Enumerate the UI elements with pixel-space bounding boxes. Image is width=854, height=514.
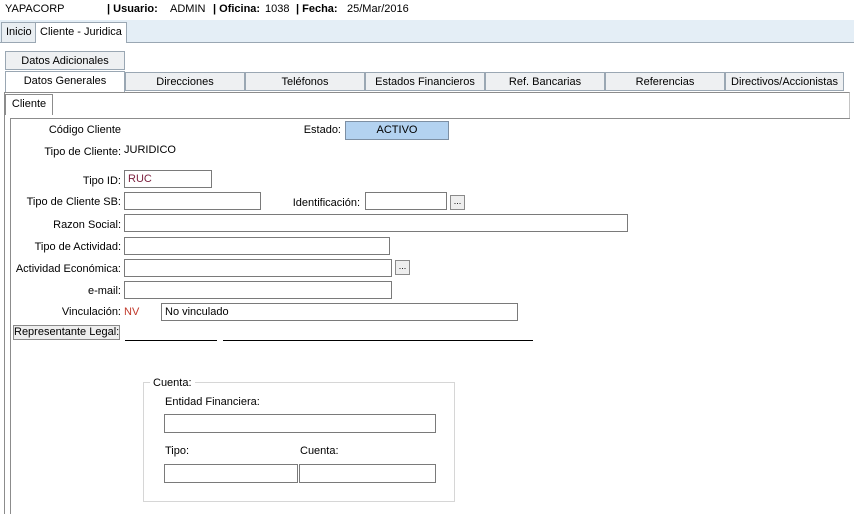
vinculacion-field[interactable]: No vinculado <box>161 303 518 321</box>
estado-label: Estado: <box>303 124 341 136</box>
tab-referencias[interactable]: Referencias <box>605 72 725 91</box>
tab-direcciones[interactable]: Direcciones <box>125 72 245 91</box>
actividad-economica-label: Actividad Económica: <box>15 263 121 275</box>
tab-datos-adicionales[interactable]: Datos Adicionales <box>5 51 125 70</box>
estado-value: ACTIVO <box>345 121 449 140</box>
tipo-actividad-field[interactable] <box>124 237 390 255</box>
office-label: | Oficina: <box>213 3 261 15</box>
user-label: | Usuario: <box>107 3 158 15</box>
tipo-cliente-sb-label: Tipo de Cliente SB: <box>26 196 121 208</box>
entidad-financiera-label: Entidad Financiera: <box>165 396 260 408</box>
tipo-cliente-sb-field[interactable] <box>124 192 261 210</box>
company-name: YAPACORP <box>5 3 65 15</box>
actividad-lookup-button[interactable]: ... <box>395 260 410 275</box>
tipo-cuenta-field[interactable] <box>164 464 298 483</box>
tipo-actividad-label: Tipo de Actividad: <box>34 241 121 253</box>
tipo-cliente-value: JURIDICO <box>124 144 176 156</box>
office-value: 1038 <box>265 3 290 15</box>
identificacion-field[interactable] <box>365 192 447 210</box>
numero-cuenta-field[interactable] <box>299 464 436 483</box>
identificacion-label: Identificación: <box>292 197 360 209</box>
representante-legal-button[interactable]: Representante Legal: <box>13 325 120 340</box>
representante-name-line <box>223 340 533 341</box>
date-value: 25/Mar/2016 <box>347 3 409 15</box>
tipo-cuenta-label: Tipo: <box>165 445 190 457</box>
date-label: | Fecha: <box>296 3 338 15</box>
tab-datos-generales[interactable]: Datos Generales <box>5 71 125 92</box>
tab-ref-bancarias[interactable]: Ref. Bancarias <box>485 72 605 91</box>
razon-social-field[interactable] <box>124 214 628 232</box>
tipo-cliente-label: Tipo de Cliente: <box>44 146 121 158</box>
actividad-economica-field[interactable] <box>124 259 392 277</box>
tab-inicio[interactable]: Inicio <box>1 22 37 42</box>
cuenta-legend: Cuenta: <box>150 377 195 389</box>
codigo-cliente-label: Código Cliente <box>48 124 121 136</box>
tab-estados-financieros[interactable]: Estados Financieros <box>365 72 485 91</box>
email-field[interactable] <box>124 281 392 299</box>
app-header: YAPACORP | Usuario: ADMIN | Oficina: 103… <box>0 0 854 20</box>
user-value: ADMIN <box>170 3 206 15</box>
vinculacion-label: Vinculación: <box>61 306 121 318</box>
tipo-id-label: Tipo ID: <box>82 175 121 187</box>
tab-directivos-accionistas[interactable]: Directivos/Accionistas <box>725 72 844 91</box>
razon-social-label: Razon Social: <box>53 219 121 231</box>
tab-telefonos[interactable]: Teléfonos <box>245 72 365 91</box>
representante-id-line <box>125 340 217 341</box>
tab-cliente-juridica[interactable]: Cliente - Juridica <box>35 22 127 43</box>
entidad-financiera-field[interactable] <box>164 414 436 433</box>
email-label: e-mail: <box>87 285 121 297</box>
identificacion-lookup-button[interactable]: ... <box>450 195 465 210</box>
numero-cuenta-label: Cuenta: <box>300 445 339 457</box>
tipo-id-field[interactable]: RUC <box>124 170 212 188</box>
vinculacion-code: NV <box>124 306 140 318</box>
tab-cliente[interactable]: Cliente <box>5 94 53 115</box>
top-tab-strip: Inicio Cliente - Juridica <box>0 20 854 43</box>
